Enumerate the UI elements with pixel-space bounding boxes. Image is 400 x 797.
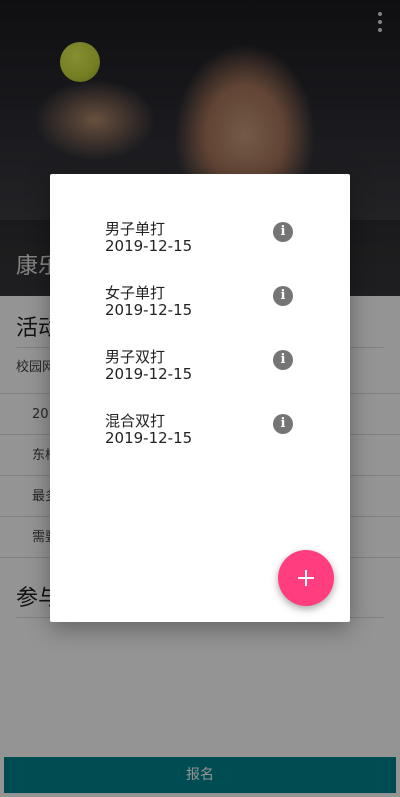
event-item-mixed-doubles[interactable]: 混合双打 2019-12-15 i [105,412,325,452]
event-date: 2019-12-15 [105,301,193,319]
info-icon[interactable]: i [273,222,293,242]
event-item-womens-singles[interactable]: 女子单打 2019-12-15 i [105,284,325,324]
event-item-mens-singles[interactable]: 男子单打 2019-12-15 i [105,220,325,260]
info-icon[interactable]: i [273,286,293,306]
event-date: 2019-12-15 [105,237,193,255]
event-date: 2019-12-15 [105,429,193,447]
info-icon[interactable]: i [273,414,293,434]
info-icon[interactable]: i [273,350,293,370]
add-icon [298,570,314,586]
event-dialog: 男子单打 2019-12-15 i 女子单打 2019-12-15 i 男子双打… [50,174,350,622]
event-date: 2019-12-15 [105,365,193,383]
add-event-button[interactable] [278,550,334,606]
event-item-mens-doubles[interactable]: 男子双打 2019-12-15 i [105,348,325,388]
